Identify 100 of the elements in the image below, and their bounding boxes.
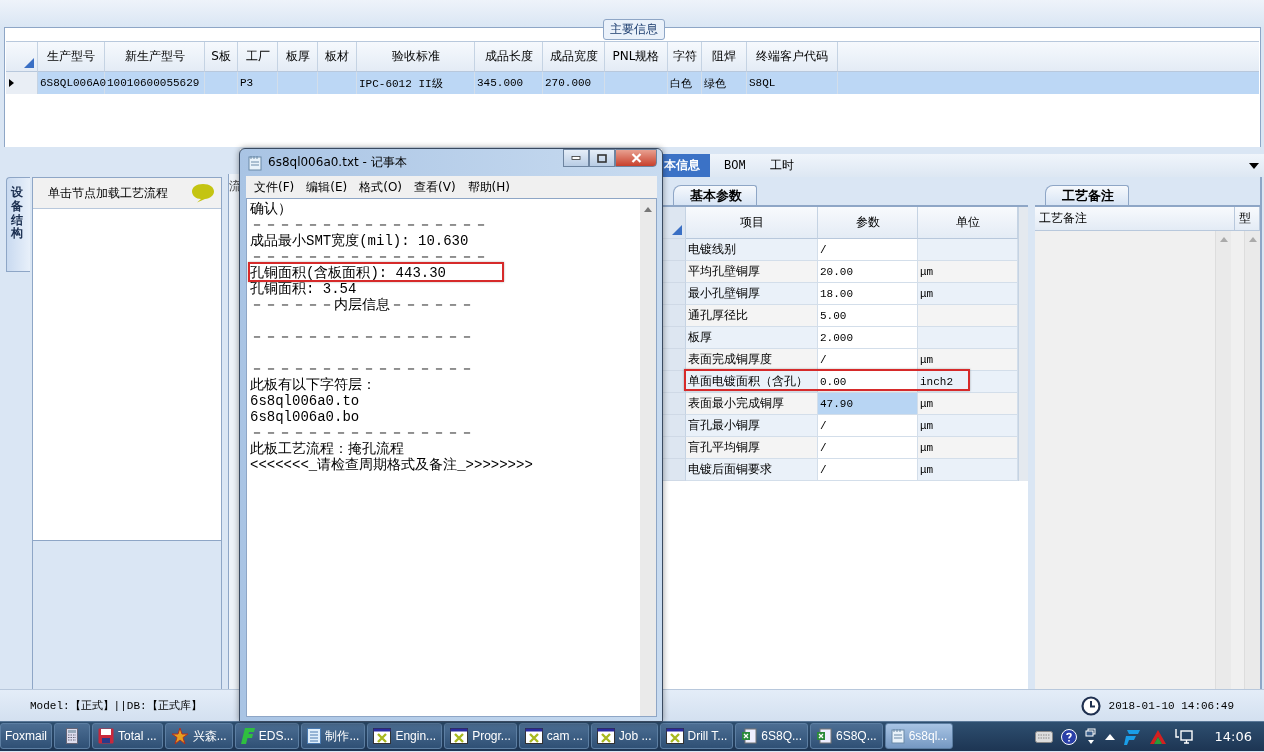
text-line: <<<<<<<_请检查周期格式及备注_>>>>>>>> (250, 457, 533, 473)
vertical-tab[interactable]: 设备结构 (6, 177, 30, 273)
scrollbar[interactable] (1244, 231, 1260, 689)
table-row[interactable]: 盲孔平均铜厚 / μm (663, 437, 1018, 459)
text-line: 此板工艺流程：掩孔流程 (250, 441, 404, 457)
table-row[interactable]: 表面最小完成铜厚 47.90 μm (663, 393, 1018, 415)
table-cell: 10010600055629 (105, 72, 205, 94)
taskbar-button[interactable] (54, 723, 90, 749)
text-line: 确认） (250, 201, 292, 217)
window-x-icon (665, 728, 684, 744)
current-row-icon (9, 79, 14, 87)
table-cell[interactable]: / (818, 437, 918, 459)
maximize-button[interactable] (589, 149, 615, 167)
table-cell[interactable]: 2.000 (818, 327, 918, 349)
table-cell[interactable]: / (818, 459, 918, 481)
table-row[interactable]: 电镀后面铜要求 / μm (663, 459, 1018, 481)
panel-title: 单击节点加载工艺流程 (48, 184, 168, 202)
table-cell[interactable]: 47.90 (818, 393, 918, 415)
keyboard-icon[interactable] (1034, 730, 1053, 743)
text-line: 6s8ql006a0.to (250, 393, 360, 409)
row-header[interactable] (6, 72, 38, 94)
table-cell: 345.000 (475, 72, 543, 94)
text-line: －－－－－－－－－－－－－－－－ (250, 329, 474, 345)
taskbar-button[interactable]: Engin... (367, 723, 443, 749)
table-cell: 6S8QL006A0 (38, 72, 105, 94)
taskbar-button[interactable]: 兴森... (164, 723, 233, 749)
spreadsheet-icon (816, 728, 832, 744)
scrollbar[interactable] (1215, 231, 1231, 689)
spreadsheet-icon (741, 728, 758, 744)
table-cell: IPC-6012 II级 (357, 72, 475, 94)
triangle-logo-icon[interactable] (1148, 728, 1167, 745)
table-row[interactable]: 单面电镀面积（含孔） 0.00 inch2 (663, 371, 1018, 393)
text-line: 孔铜面积: 3.54 (250, 281, 357, 297)
table-cell: P3 (238, 72, 278, 94)
table-cell: 270.000 (543, 72, 605, 94)
table-row[interactable]: 平均孔壁铜厚 20.00 μm (663, 261, 1018, 283)
menu-item[interactable]: 格式(O) (353, 178, 409, 196)
menu-item[interactable]: 编辑(E) (300, 178, 354, 196)
table-row[interactable]: 最小孔壁铜厚 18.00 μm (663, 283, 1018, 305)
taskbar-button[interactable]: Foxmail (0, 723, 52, 749)
status-text: Model:【正式】||DB:【正式库】 (29, 699, 202, 713)
dropdown-arrow-icon[interactable] (1249, 162, 1259, 169)
table-cell[interactable]: 20.00 (818, 261, 918, 283)
column-header[interactable]: 工艺备注 (1035, 207, 1235, 230)
tab[interactable]: 本信息 (662, 154, 710, 177)
panel-tab[interactable]: 基本参数 (673, 185, 757, 205)
taskbar-button[interactable]: Progr... (444, 723, 517, 749)
network-icon[interactable] (1174, 727, 1193, 746)
tab[interactable]: 工时 (755, 154, 804, 177)
menu-item[interactable]: 帮助(H) (461, 178, 516, 196)
clock-icon (1080, 695, 1101, 716)
windows-switch-icon[interactable] (1084, 727, 1097, 746)
table-cell[interactable]: / (818, 349, 918, 371)
taskbar-button[interactable]: Job ... (590, 723, 658, 749)
column-header[interactable]: 型 (1235, 207, 1260, 230)
star-badge-icon (170, 727, 189, 745)
menu-item[interactable]: 查看(V) (408, 178, 462, 196)
panel-tab[interactable]: 工艺备注 (1045, 185, 1129, 205)
window-x-icon (524, 728, 543, 744)
table-row[interactable]: 表面完成铜厚度 / μm (663, 349, 1018, 371)
close-button[interactable] (615, 149, 657, 167)
table-row[interactable]: 6S8QL006A010010600055629 P3 IPC-6012 II级 345.000 270.000 白色 绿色 S8QL (6, 72, 1259, 94)
date-time: 2018-01-10 14:06:49 (1108, 699, 1234, 712)
text-line: －－－－－－－－－－－－－－－－ (250, 425, 474, 441)
taskbar-button[interactable]: Drill T... (659, 723, 734, 749)
table-cell: 绿色 (702, 72, 747, 94)
help-icon[interactable] (1060, 728, 1077, 745)
letter-logo-icon (240, 727, 255, 745)
taskbar-button[interactable]: Total ... (92, 723, 163, 749)
corner-triangle-icon (24, 58, 34, 68)
notepad-icon (248, 154, 262, 171)
scrollbar[interactable] (1018, 207, 1028, 481)
table-cell[interactable]: 0.00 (818, 371, 918, 393)
window-x-icon (596, 728, 615, 744)
taskbar-button[interactable]: EDS... (234, 723, 300, 749)
taskbar-button[interactable]: 6S8Q... (810, 723, 883, 749)
table-row[interactable]: 通孔厚径比 5.00 (663, 305, 1018, 327)
close-icon (630, 153, 642, 163)
up-arrow-icon[interactable] (1104, 733, 1115, 740)
tab[interactable]: BOM (710, 154, 756, 177)
table-cell[interactable]: / (818, 239, 918, 261)
taskbar-button[interactable]: 6S8Q... (735, 723, 808, 749)
speech-bubble-icon (191, 183, 215, 203)
table-cell[interactable]: 18.00 (818, 283, 918, 305)
table-cell[interactable]: / (818, 415, 918, 437)
taskbar-clock[interactable]: 14:06 (1214, 729, 1252, 744)
taskbar-button[interactable]: 制作... (301, 723, 366, 749)
table-row[interactable]: 电镀线别 / (663, 239, 1018, 261)
table-row[interactable]: 盲孔最小铜厚 / μm (663, 415, 1018, 437)
app-logo-icon[interactable] (1122, 727, 1141, 746)
minimize-button[interactable] (563, 149, 589, 167)
menu-item[interactable]: 文件(F) (248, 178, 301, 196)
calculator-icon (66, 728, 78, 744)
taskbar-button[interactable]: cam ... (518, 723, 589, 749)
table-row[interactable]: 板厚 2.000 (663, 327, 1018, 349)
text-line: 6s8ql006a0.bo (250, 409, 360, 425)
scrollbar[interactable] (640, 199, 656, 716)
text-line: －－－－－－内层信息－－－－－－ (250, 297, 474, 313)
table-cell[interactable]: 5.00 (818, 305, 918, 327)
text-line: －－－－－－－－－－－－－－－－－ (250, 217, 488, 233)
